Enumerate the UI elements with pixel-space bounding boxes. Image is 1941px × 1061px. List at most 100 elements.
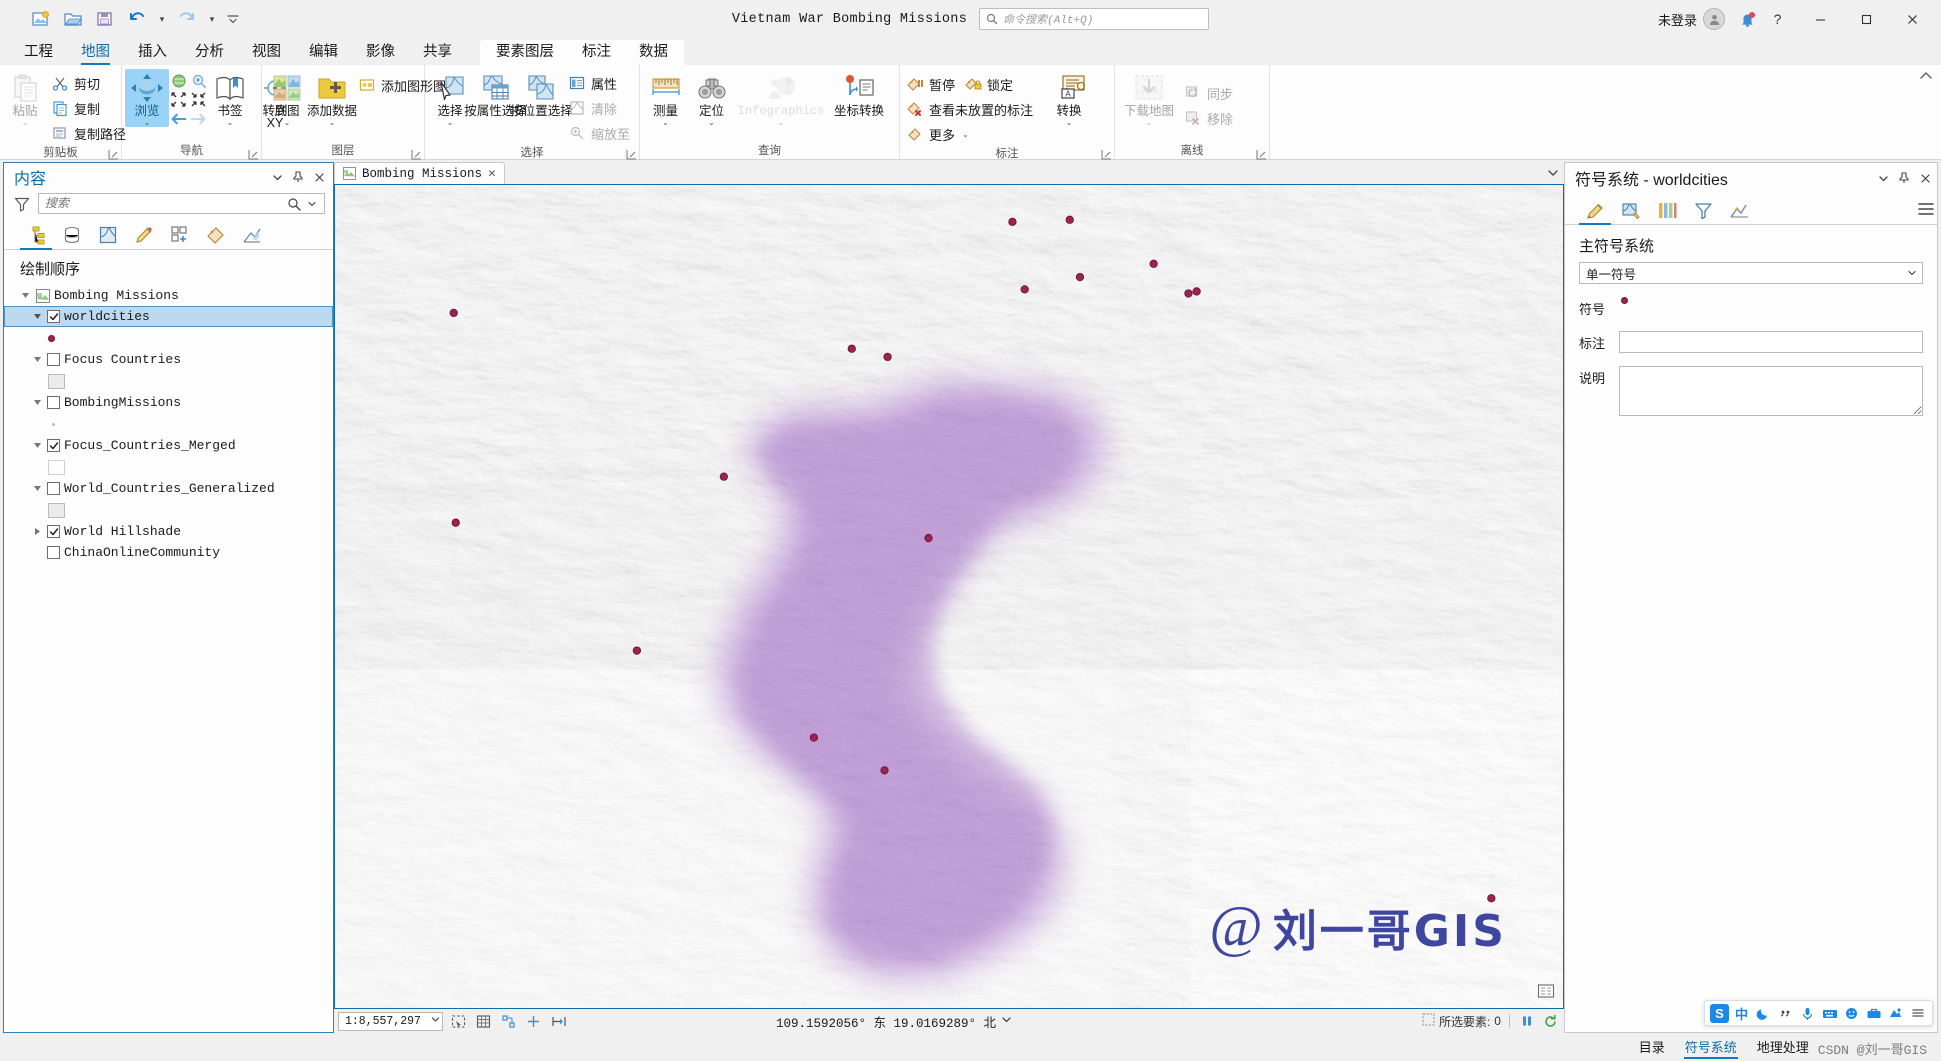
ribbon-tab-edit[interactable]: 编辑 xyxy=(295,40,352,65)
punctuation-icon[interactable] xyxy=(1776,1004,1795,1023)
ribbon-tab-insert[interactable]: 插入 xyxy=(124,40,181,65)
list-by-editing-icon[interactable] xyxy=(128,221,160,249)
point-symbol-swatch[interactable] xyxy=(48,334,55,342)
help-icon[interactable]: ? xyxy=(1763,5,1791,33)
list-by-selection-icon[interactable] xyxy=(92,221,124,249)
measure-button[interactable]: 测量 ⌄ xyxy=(643,69,688,127)
pause-labeling-button[interactable]: 暂停 xyxy=(903,72,961,96)
locate-dropdown-icon[interactable]: ⌄ xyxy=(708,118,715,127)
search-icon[interactable] xyxy=(285,195,303,213)
next-extent-icon[interactable] xyxy=(190,110,207,127)
bookmarks-dropdown-icon[interactable]: ⌄ xyxy=(227,118,234,127)
list-by-charts-icon[interactable] xyxy=(236,221,268,249)
layer-row-worldcities[interactable]: worldcities xyxy=(4,306,333,327)
view-unplaced-labels-button[interactable]: 查看未放置的标注 xyxy=(903,97,1039,121)
expander-icon[interactable] xyxy=(32,440,43,451)
select-button[interactable]: 选择 ⌄ xyxy=(428,69,472,127)
new-project-icon[interactable] xyxy=(26,5,56,33)
point-symbol-swatch[interactable] xyxy=(52,422,55,426)
navigate-group-expander-icon[interactable] xyxy=(248,147,259,160)
structure-tab-icon[interactable] xyxy=(1651,196,1683,224)
select-by-location-button[interactable]: 按位置选择 xyxy=(510,69,573,118)
expander-icon[interactable] xyxy=(32,354,43,365)
contents-search-input[interactable] xyxy=(45,196,285,211)
layer-row-focus-countries[interactable]: Focus Countries xyxy=(4,349,333,370)
explore-tool-icon[interactable] xyxy=(549,1012,568,1031)
toolbox-icon[interactable] xyxy=(1864,1004,1883,1023)
more-labeling-dropdown-icon[interactable]: ⌄ xyxy=(962,130,969,139)
layer-row-world-countries-generalized[interactable]: World_Countries_Generalized xyxy=(4,478,333,499)
offline-group-expander-icon[interactable] xyxy=(1256,147,1267,160)
explore-button[interactable]: 浏览 ⌄ xyxy=(125,69,169,127)
view-tab-bombing-missions[interactable]: Bombing Missions ✕ xyxy=(334,162,505,184)
layer-visibility-checkbox[interactable] xyxy=(47,353,60,366)
list-by-labeling-icon[interactable] xyxy=(200,221,232,249)
command-search-box[interactable]: 命令搜索(Alt+Q) xyxy=(979,8,1210,30)
paste-button[interactable]: 粘贴 ⌄ xyxy=(3,69,47,127)
minimize-button[interactable] xyxy=(1797,0,1843,38)
properties-tab-icon[interactable] xyxy=(1615,196,1647,224)
list-by-data-source-icon[interactable] xyxy=(56,221,88,249)
menu-icon[interactable] xyxy=(1908,1004,1927,1023)
expander-icon[interactable] xyxy=(32,397,43,408)
expander-icon[interactable] xyxy=(32,311,43,322)
labeling-group-expander-icon[interactable] xyxy=(1101,147,1112,160)
layer-row-bombing-missions-map[interactable]: Bombing Missions xyxy=(4,285,333,306)
bottom-tab-symbology[interactable]: 符号系统 xyxy=(1676,1036,1746,1060)
layer-group-expander-icon[interactable] xyxy=(411,147,422,160)
lock-labeling-button[interactable]: 锁定 xyxy=(961,72,1019,96)
layer-row-bombingmissions[interactable]: BombingMissions xyxy=(4,392,333,413)
expander-icon[interactable] xyxy=(32,526,43,537)
ribbon-tab-map[interactable]: 地图 xyxy=(67,40,124,65)
emoji-icon[interactable] xyxy=(1842,1004,1861,1023)
contents-close-icon[interactable] xyxy=(311,168,327,186)
attributes-button[interactable]: 属性 xyxy=(565,71,636,95)
contents-menu-icon[interactable] xyxy=(269,168,285,186)
paste-dropdown-icon[interactable]: ⌄ xyxy=(22,118,29,127)
ribbon-tab-share[interactable]: 共享 xyxy=(409,40,466,65)
symbol-preview[interactable] xyxy=(1619,297,1923,304)
copy-button[interactable]: 复制 xyxy=(48,96,132,120)
download-map-dropdown-icon[interactable]: ⌄ xyxy=(1146,118,1153,127)
view-tabs-menu-icon[interactable] xyxy=(1542,162,1564,184)
infographics-button[interactable]: Infographics ⌄ xyxy=(735,69,827,127)
measure-tool-icon[interactable] xyxy=(524,1012,543,1031)
redo-icon[interactable] xyxy=(172,5,202,33)
polygon-symbol-swatch[interactable] xyxy=(48,459,65,475)
redo-dropdown-icon[interactable]: ▾ xyxy=(204,6,220,32)
list-by-drawing-order-icon[interactable] xyxy=(20,221,52,250)
polygon-symbol-swatch[interactable] xyxy=(48,502,65,518)
undo-dropdown-icon[interactable]: ▾ xyxy=(154,6,170,32)
gallery-tab-icon[interactable] xyxy=(1579,196,1611,225)
close-icon[interactable]: ✕ xyxy=(488,167,496,180)
zoom-out-extent-icon[interactable] xyxy=(170,91,187,108)
chevron-down-icon[interactable] xyxy=(1904,268,1920,278)
map-scale-dropdown-icon[interactable] xyxy=(431,1015,440,1028)
keyboard-icon[interactable] xyxy=(1820,1004,1839,1023)
skin-icon[interactable] xyxy=(1886,1004,1905,1023)
cut-button[interactable]: 剪切 xyxy=(48,71,132,95)
layer-visibility-checkbox[interactable] xyxy=(47,525,60,538)
filter-tab-icon[interactable] xyxy=(1687,196,1719,224)
ribbon-tab-analysis[interactable]: 分析 xyxy=(181,40,238,65)
convert-labels-dropdown-icon[interactable]: ⌄ xyxy=(1066,118,1073,127)
save-project-icon[interactable] xyxy=(90,5,120,33)
zoom-in-extent-icon[interactable] xyxy=(190,91,207,108)
coordinates-dropdown-icon[interactable] xyxy=(1001,1014,1012,1029)
sync-button[interactable]: 同步 xyxy=(1181,81,1239,105)
more-labeling-button[interactable]: 更多 ⌄ xyxy=(903,122,1039,146)
infographics-dropdown-icon[interactable]: ⌄ xyxy=(778,118,785,127)
notifications-icon[interactable] xyxy=(1733,5,1761,33)
map-canvas-frame[interactable]: @ 刘一哥GIS xyxy=(334,184,1564,1009)
ribbon-tab-labeling[interactable]: 标注 xyxy=(568,40,625,65)
bookmarks-button[interactable]: 书签 ⌄ xyxy=(208,69,252,127)
full-extent-icon[interactable] xyxy=(170,72,187,89)
layer-row-chinaonlinecommunity[interactable]: ChinaOnlineCommunity xyxy=(4,542,333,563)
moon-icon[interactable] xyxy=(1754,1004,1773,1023)
symbology-pin-icon[interactable] xyxy=(1896,169,1912,187)
open-project-icon[interactable] xyxy=(58,5,88,33)
layer-visibility-checkbox[interactable] xyxy=(47,439,60,452)
expander-icon[interactable] xyxy=(32,483,43,494)
list-by-snapping-icon[interactable] xyxy=(164,221,196,249)
refresh-icon[interactable] xyxy=(1541,1012,1560,1031)
